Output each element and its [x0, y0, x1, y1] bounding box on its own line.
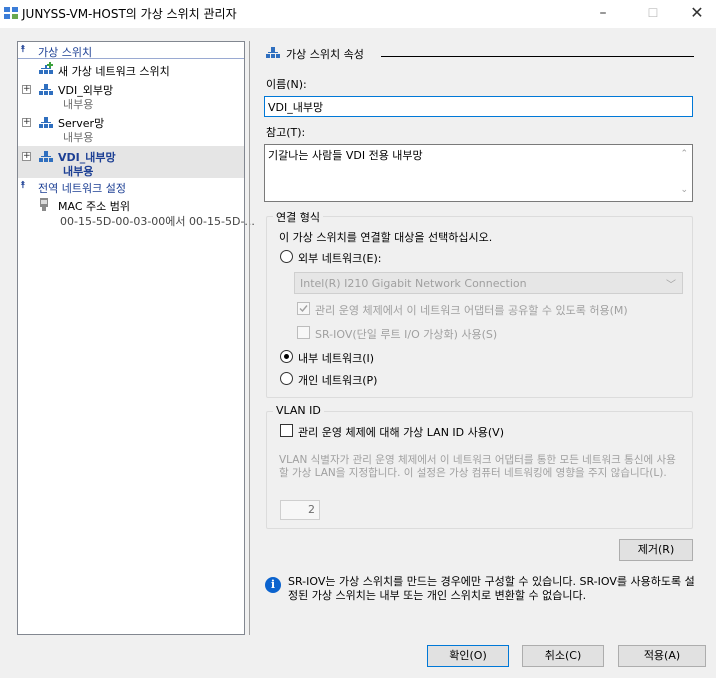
- adapter-value: Intel(R) I210 Gigabit Network Connection: [300, 277, 527, 290]
- network-switch-icon: [39, 117, 53, 128]
- minimize-button[interactable]: –: [580, 0, 626, 28]
- notes-text: 기갈나는 사람들 VDI 전용 내부망: [268, 149, 423, 162]
- connection-type-legend: 연결 형식: [273, 209, 323, 225]
- sriov-info-text: SR-IOV는 가상 스위치를 만드는 경우에만 구성할 수 있습니다. SR-…: [288, 575, 695, 602]
- virtual-switch-manager-icon: [4, 7, 18, 19]
- connection-instruction: 이 가상 스위치를 연결할 대상을 선택하십시오.: [279, 231, 493, 244]
- checkmark-icon: [299, 305, 308, 313]
- name-input[interactable]: VDI_내부망: [264, 96, 693, 117]
- share-adapter-checkbox[interactable]: [297, 302, 310, 315]
- info-icon: i: [265, 577, 281, 593]
- network-switch-icon: [39, 151, 53, 162]
- network-switch-icon: [39, 84, 53, 95]
- external-network-label[interactable]: 외부 네트워크(E):: [298, 250, 381, 266]
- private-network-label[interactable]: 개인 네트워크(P): [298, 372, 377, 388]
- window-title: JUNYSS-VM-HOST의 가상 스위치 관리자: [22, 7, 237, 21]
- switch-tree-pane: ⯭ 가상 스위치 새 가상 네트워크 스위치 + VDI_외부망 내부용 + S…: [17, 41, 255, 635]
- sriov-checkbox[interactable]: [297, 326, 310, 339]
- switch-type: 내부용: [63, 131, 94, 144]
- chevron-down-icon: ﹀: [666, 280, 676, 291]
- switch-item-vdi-external[interactable]: + VDI_외부망 내부용: [18, 79, 244, 111]
- mac-value: 00-15-5D-00-03-00에서 00-15-5D-...: [60, 215, 255, 228]
- vlan-enable-checkbox[interactable]: [280, 424, 293, 437]
- section-virtual-switches[interactable]: ⯭ 가상 스위치: [18, 43, 244, 59]
- internal-network-label[interactable]: 내부 네트워크(I): [298, 350, 374, 366]
- internal-network-radio[interactable]: [280, 350, 293, 363]
- new-switch-item[interactable]: 새 가상 네트워크 스위치: [18, 60, 244, 78]
- maximize-button[interactable]: ☐: [630, 0, 676, 28]
- switch-item-vdi-internal[interactable]: + VDI_내부망 내부용: [18, 146, 244, 178]
- private-network-radio[interactable]: [280, 372, 293, 385]
- vlan-enable-label[interactable]: 관리 운영 체제에 대해 가상 LAN ID 사용(V): [298, 424, 504, 440]
- pane-splitter[interactable]: [249, 41, 250, 635]
- name-label: 이름(N):: [266, 78, 307, 91]
- collapse-chevron-icon[interactable]: ⯭: [20, 44, 26, 55]
- expand-plus-icon[interactable]: +: [22, 118, 31, 127]
- expand-plus-icon[interactable]: +: [22, 85, 31, 94]
- collapse-chevron-icon[interactable]: ⯭: [20, 180, 26, 191]
- remove-button[interactable]: 제거(R): [619, 539, 693, 561]
- section-label: 가상 스위치: [38, 46, 93, 59]
- title-bar: JUNYSS-VM-HOST의 가상 스위치 관리자 – ☐ ✕: [0, 0, 716, 28]
- apply-button[interactable]: 적용(A): [618, 645, 706, 667]
- notes-textarea[interactable]: 기갈나는 사람들 VDI 전용 내부망 ⌃ ⌄: [264, 144, 693, 202]
- section-label: 전역 네트워크 설정: [38, 182, 126, 195]
- external-network-radio[interactable]: [280, 250, 293, 263]
- switch-type: 내부용: [63, 165, 94, 178]
- vlan-id-input[interactable]: 2: [280, 500, 320, 520]
- mac-title: MAC 주소 범위: [58, 200, 130, 213]
- header-divider: [381, 56, 694, 57]
- expand-plus-icon[interactable]: +: [22, 152, 31, 161]
- vlan-description: VLAN 식별자가 관리 운영 체제에서 이 네트워크 어댑터를 통한 모든 네…: [279, 454, 676, 479]
- external-adapter-select[interactable]: Intel(R) I210 Gigabit Network Connection…: [294, 272, 683, 294]
- mac-address-range-item[interactable]: MAC 주소 범위 00-15-5D-00-03-00에서 00-15-5D-.…: [18, 196, 255, 228]
- scroll-down-icon[interactable]: ⌄: [680, 185, 688, 195]
- properties-title: 가상 스위치 속성: [286, 48, 364, 61]
- sriov-label: SR-IOV(단일 루트 I/O 가상화) 사용(S): [315, 328, 498, 341]
- add-network-switch-icon: [39, 62, 53, 74]
- new-switch-label: 새 가상 네트워크 스위치: [58, 65, 170, 78]
- vlan-legend: VLAN ID: [273, 404, 324, 417]
- ok-button[interactable]: 확인(O): [427, 645, 509, 667]
- switch-type: 내부용: [63, 98, 94, 111]
- cancel-button[interactable]: 취소(C): [522, 645, 604, 667]
- scroll-up-icon[interactable]: ⌃: [680, 149, 688, 159]
- network-switch-icon: [266, 47, 280, 58]
- switch-item-server[interactable]: + Server망 내부용: [18, 112, 244, 144]
- notes-label: 참고(T):: [266, 126, 306, 139]
- section-global-network-settings[interactable]: ⯭ 전역 네트워크 설정: [18, 179, 244, 195]
- network-adapter-icon: [40, 198, 48, 211]
- share-adapter-label: 관리 운영 체제에서 이 네트워크 어댑터를 공유할 수 있도록 허용(M): [315, 304, 628, 317]
- close-button[interactable]: ✕: [674, 0, 716, 28]
